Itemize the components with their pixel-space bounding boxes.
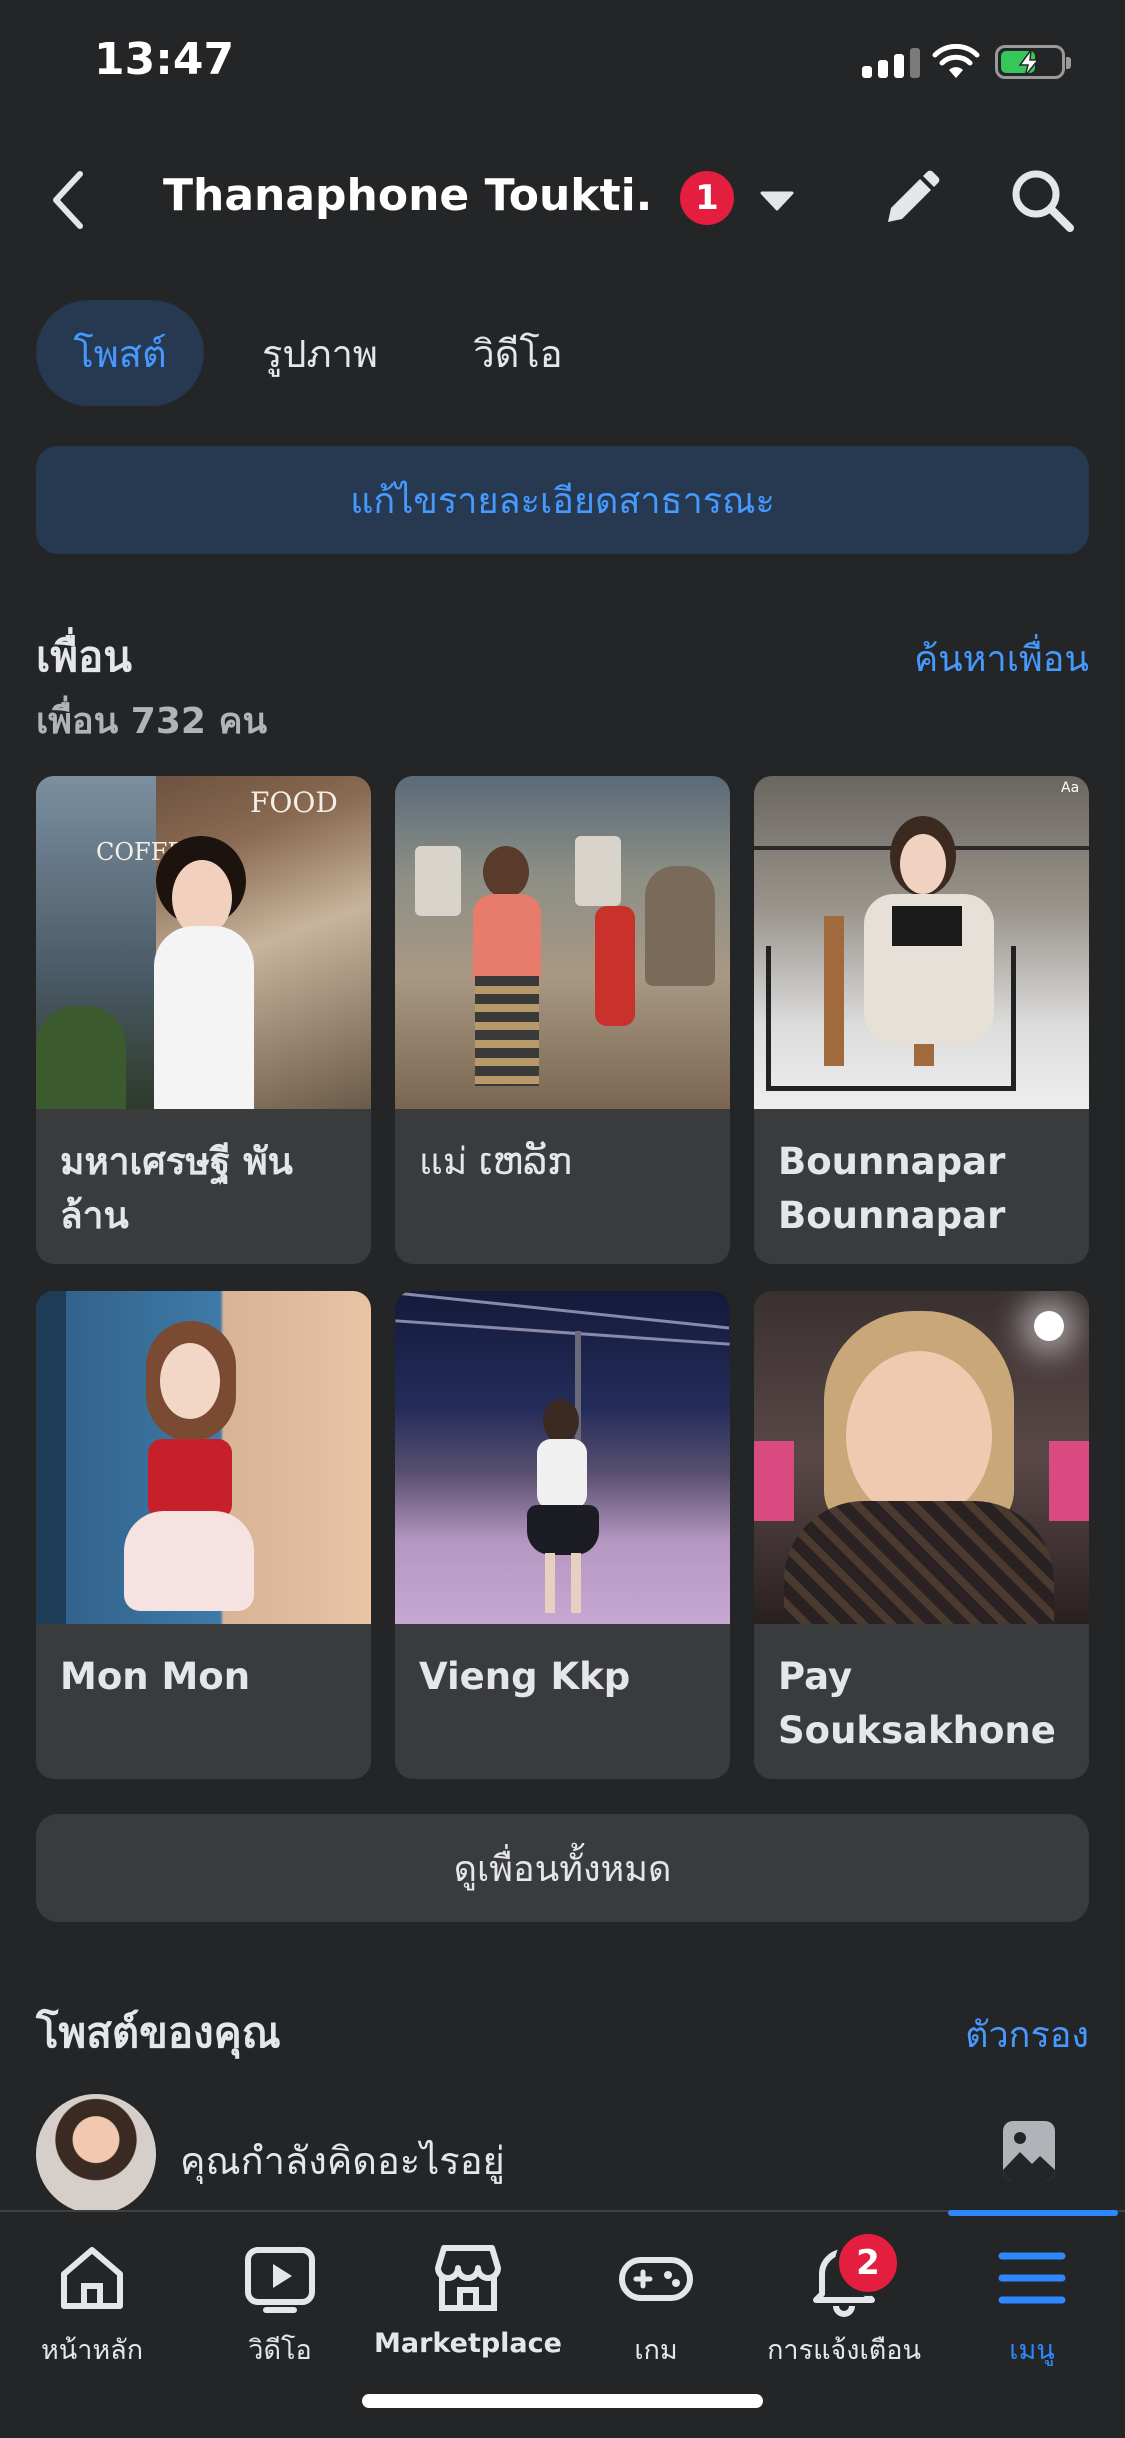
avatar[interactable] bbox=[36, 2094, 156, 2214]
friend-photo bbox=[36, 1291, 371, 1624]
nav-menu[interactable]: เมนู bbox=[938, 2238, 1125, 2371]
friend-card[interactable]: Pay Souksakhone bbox=[754, 1291, 1089, 1779]
nav-video[interactable]: วิดีโอ bbox=[186, 2238, 374, 2371]
status-time: 13:47 bbox=[94, 34, 235, 85]
nav-label-home: หน้าหลัก bbox=[40, 2335, 144, 2366]
find-friends-link[interactable]: ค้นหาเพื่อน bbox=[914, 630, 1089, 687]
nav-label-notifications: การแจ้งเตือน bbox=[767, 2335, 921, 2366]
tab-videos[interactable]: วิดีโอ bbox=[440, 300, 596, 406]
post-composer-input[interactable]: คุณกำลังคิดอะไรอยู่ bbox=[180, 2130, 505, 2191]
notification-badge: 2 bbox=[835, 2230, 901, 2296]
marketplace-icon bbox=[435, 2245, 501, 2311]
nav-label-gaming: เกม bbox=[634, 2335, 678, 2366]
friend-name[interactable]: Bounnapar Bounnapar bbox=[754, 1109, 1089, 1243]
photo-icon[interactable] bbox=[1000, 2118, 1058, 2184]
friend-card[interactable]: Aa Bounnapar Bounnapar bbox=[754, 776, 1089, 1264]
gaming-icon bbox=[619, 2257, 693, 2301]
friend-photo bbox=[754, 1291, 1089, 1624]
search-icon[interactable] bbox=[1008, 166, 1076, 234]
friend-card[interactable]: Mon Mon bbox=[36, 1291, 371, 1779]
friends-count: เพื่อน 732 คน bbox=[36, 701, 268, 742]
nav-label-marketplace: Marketplace bbox=[374, 2328, 562, 2359]
chevron-down-icon[interactable] bbox=[760, 190, 794, 212]
friend-name[interactable]: มหาเศรษฐี พันล้าน bbox=[36, 1109, 371, 1243]
friend-name[interactable]: แม่ ເຫລັກ bbox=[395, 1109, 730, 1189]
your-posts-title: โพสต์ของคุณ bbox=[36, 2008, 281, 2057]
friend-name[interactable]: Vieng Kkp bbox=[395, 1624, 730, 1704]
home-icon bbox=[61, 2247, 123, 2309]
tab-posts[interactable]: โพสต์ bbox=[36, 300, 204, 406]
friend-card[interactable]: Vieng Kkp bbox=[395, 1291, 730, 1779]
home-indicator bbox=[362, 2394, 763, 2408]
back-icon[interactable] bbox=[48, 168, 88, 232]
battery-icon bbox=[995, 45, 1071, 79]
friend-card[interactable]: COFFEE FOOD มหาเศรษฐี พันล้าน bbox=[36, 776, 371, 1264]
friend-photo bbox=[395, 776, 730, 1109]
friend-photo bbox=[395, 1291, 730, 1624]
wifi-icon bbox=[932, 44, 980, 78]
menu-icon bbox=[998, 2252, 1066, 2304]
tab-photos[interactable]: รูปภาพ bbox=[230, 300, 410, 406]
nav-home[interactable]: หน้าหลัก bbox=[0, 2238, 186, 2371]
edit-public-details-button[interactable]: แก้ไขรายละเอียดสาธารณะ bbox=[36, 446, 1089, 554]
see-all-friends-button[interactable]: ดูเพื่อนทั้งหมด bbox=[36, 1814, 1089, 1922]
pencil-icon[interactable] bbox=[878, 168, 942, 232]
friend-name[interactable]: Mon Mon bbox=[36, 1624, 371, 1704]
video-icon bbox=[245, 2247, 315, 2313]
profile-switch-badge: 1 bbox=[680, 171, 734, 225]
nav-gaming[interactable]: เกม bbox=[562, 2238, 750, 2371]
nav-marketplace[interactable]: Marketplace bbox=[374, 2238, 562, 2359]
friend-photo: Aa bbox=[754, 776, 1089, 1109]
profile-name-title[interactable]: Thanaphone Toukti... bbox=[163, 170, 653, 221]
friend-photo: COFFEE FOOD bbox=[36, 776, 371, 1109]
friends-section-title: เพื่อน bbox=[36, 632, 132, 681]
nav-label-menu: เมนู bbox=[1009, 2335, 1055, 2366]
friend-name[interactable]: Pay Souksakhone bbox=[754, 1624, 1089, 1758]
active-tab-indicator bbox=[948, 2210, 1118, 2216]
signal-icon bbox=[862, 48, 920, 78]
nav-label-video: วิดีโอ bbox=[248, 2335, 312, 2366]
friend-card[interactable]: แม่ ເຫລັກ bbox=[395, 776, 730, 1264]
filters-link[interactable]: ตัวกรอง bbox=[965, 2006, 1089, 2063]
